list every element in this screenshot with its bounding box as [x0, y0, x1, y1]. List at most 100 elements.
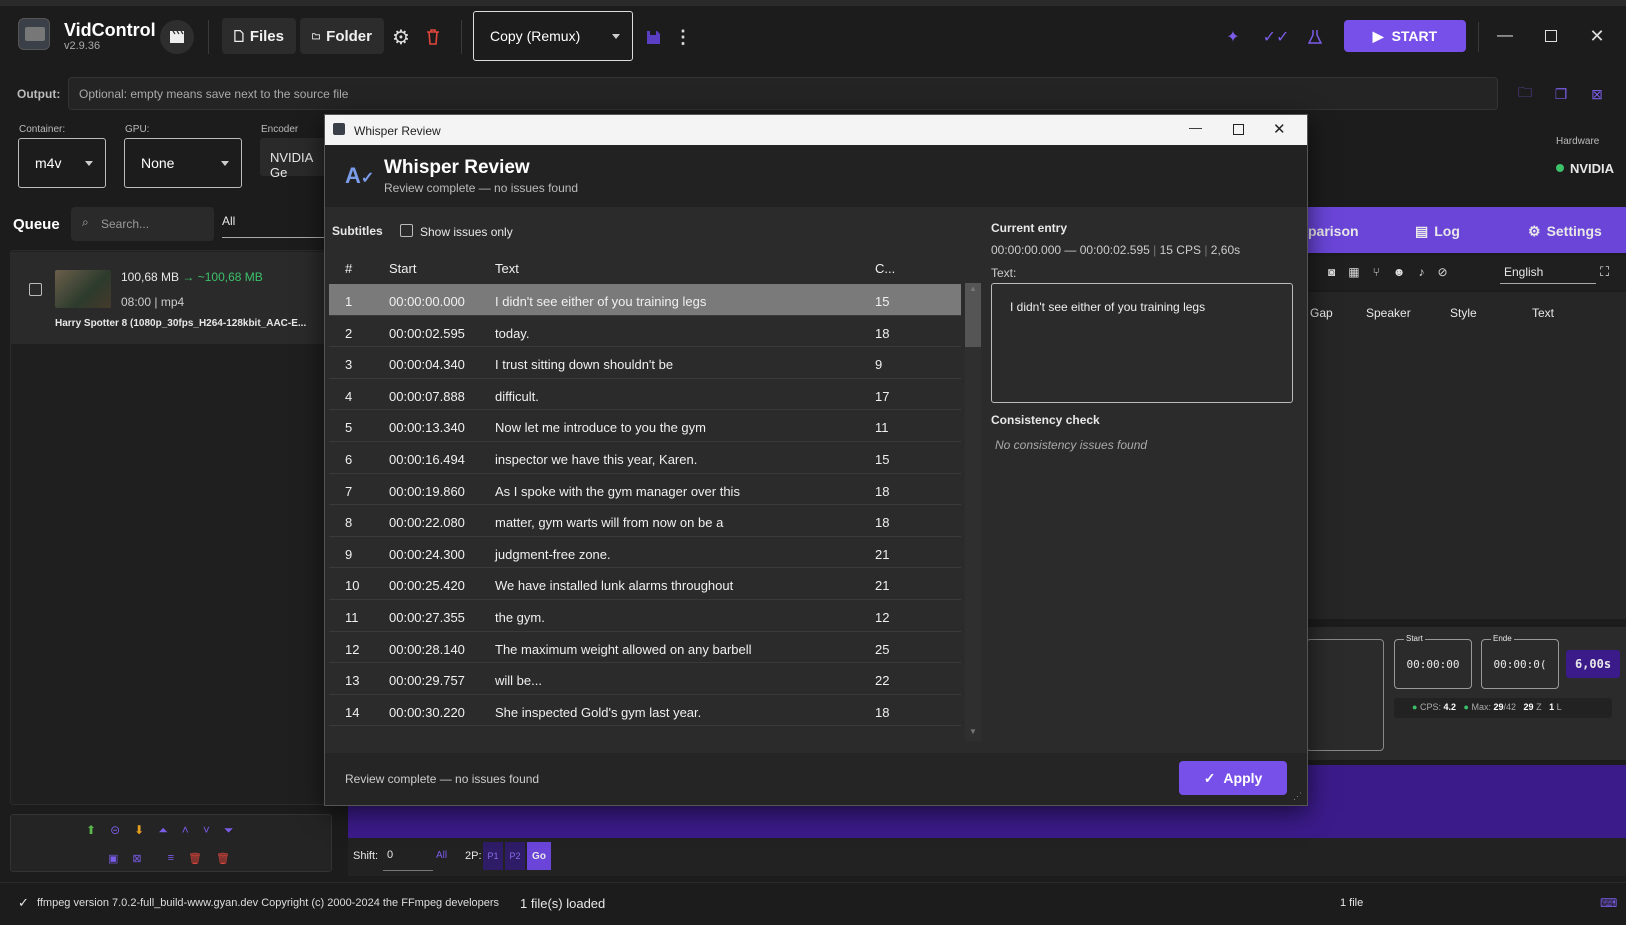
start-time-field[interactable]: 00:00:00	[1394, 639, 1472, 689]
gear-icon[interactable]: ⚙	[390, 26, 412, 49]
table-row[interactable]: 3 00:00:04.340 I trust sitting down should…	[329, 347, 961, 379]
queue-filter-select[interactable]: All	[222, 214, 332, 238]
double-check-icon[interactable]: ✓✓	[1263, 26, 1290, 48]
fullscreen-icon[interactable]: ⛶	[1600, 264, 1609, 280]
gpu-select[interactable]: None	[124, 138, 242, 188]
scroll-up-icon[interactable]: ▲	[969, 284, 977, 293]
queue-item-checkbox[interactable]	[29, 283, 42, 296]
table-row[interactable]: 4 00:00:07.888 difficult. 17	[329, 379, 961, 411]
chevron-down-icon	[612, 34, 620, 39]
split-icon[interactable]: ⑂	[1373, 265, 1380, 279]
table-scrollbar[interactable]	[965, 283, 981, 741]
move-top-icon[interactable]: ⏶	[158, 823, 168, 838]
delete-icon[interactable]: 🗑	[188, 852, 202, 865]
tab-log[interactable]: ▤ Log	[1415, 223, 1460, 240]
table-row[interactable]: 1 00:00:00.000 I didn't see either of you …	[329, 284, 961, 316]
queue-search-input[interactable]: Search...	[71, 207, 214, 241]
speaker-icon[interactable]: ☻	[1393, 265, 1406, 279]
table-row[interactable]: 7 00:00:19.860 As I spoke with the gym man…	[329, 474, 961, 506]
table-row[interactable]: 9 00:00:24.300 judgment-free zone. 21	[329, 537, 961, 569]
magic-wand-icon[interactable]: ✦	[1222, 26, 1244, 48]
folder-button[interactable]: Folder	[300, 18, 384, 54]
delete-all-icon[interactable]: 🗑	[216, 852, 230, 865]
chevron-down-icon[interactable]: ˅	[203, 823, 210, 838]
whisper-review-dialog: Whisper Review — ✕ A✓ Whisper Review Rev…	[324, 114, 1308, 806]
preset-value: Copy (Remux)	[490, 28, 581, 44]
select-all-icon[interactable]: ▣	[108, 852, 118, 865]
gif-icon[interactable]: ▦	[1348, 265, 1359, 279]
start-button[interactable]: ▶ START	[1344, 20, 1466, 52]
encoder-select[interactable]: NVIDIA Ge	[260, 138, 330, 180]
cell-start: 00:00:29.757	[389, 673, 465, 689]
table-header: # Start Text C...	[329, 251, 961, 284]
table-row[interactable]: 2 00:00:02.595 today. 18	[329, 316, 961, 348]
end-time-field[interactable]: 00:00:0(	[1481, 639, 1559, 689]
tab-comparison[interactable]: parison	[1308, 223, 1359, 239]
cell-start: 00:00:24.300	[389, 546, 465, 562]
move-bottom-icon[interactable]: ⏷	[224, 823, 234, 838]
col-text: Text	[495, 261, 519, 276]
apply-button[interactable]: ✓ Apply	[1179, 761, 1287, 795]
clear-list-icon[interactable]: ≡	[168, 852, 174, 865]
save-icon[interactable]	[642, 26, 664, 48]
maximize-icon[interactable]	[1538, 24, 1564, 48]
current-text-editor[interactable]: I didn't see either of you training legs	[991, 283, 1293, 403]
flask-icon[interactable]	[1304, 26, 1326, 48]
p1-button[interactable]: P1	[483, 842, 503, 870]
trash-icon[interactable]	[422, 26, 444, 48]
scroll-down-icon[interactable]: ▼	[969, 727, 977, 736]
more-vertical-icon[interactable]: ⋮	[672, 26, 694, 48]
toolbar-divider	[461, 20, 462, 54]
cell-cps: 18	[875, 515, 890, 531]
disabled-icon[interactable]: ⊘	[1437, 265, 1447, 279]
go-button[interactable]: Go	[527, 842, 551, 870]
chevron-up-icon[interactable]: ˄	[182, 823, 189, 838]
minimize-icon[interactable]: —	[1492, 24, 1518, 48]
table-row[interactable]: 10 00:00:25.420 We have installed lunk ala…	[329, 568, 961, 600]
move-down-icon[interactable]: ⬇	[134, 823, 144, 838]
clapperboard-icon[interactable]	[160, 20, 194, 54]
output-path-input[interactable]: Optional: empty means save next to the s…	[68, 77, 1498, 110]
gear-icon: ⚙	[1528, 223, 1541, 239]
table-row[interactable]: 11 00:00:27.355 the gym. 12	[329, 600, 961, 632]
table-row[interactable]: 6 00:00:16.494 inspector we have this year…	[329, 442, 961, 474]
remove-circle-icon[interactable]: ⊝	[110, 823, 120, 838]
end-time-label: Ende	[1491, 634, 1514, 643]
preset-select[interactable]: Copy (Remux)	[473, 11, 633, 61]
keyboard-icon[interactable]: ⌨	[1600, 896, 1617, 910]
move-up-icon[interactable]: ⬆	[86, 823, 96, 838]
copy-icon[interactable]: ❐	[1550, 84, 1572, 104]
folder-label: Folder	[326, 27, 372, 45]
resize-grip-icon[interactable]: ⋰	[1293, 791, 1302, 802]
folder-clear-icon[interactable]: ⊠	[1586, 84, 1608, 104]
minimize-icon[interactable]: —	[1189, 120, 1202, 135]
app-logo	[18, 18, 50, 50]
cell-start: 00:00:28.140	[389, 641, 465, 657]
microphone-icon[interactable]: ♪	[1418, 265, 1424, 279]
table-row[interactable]: 13 00:00:29.757 will be... 22	[329, 663, 961, 695]
show-issues-checkbox[interactable]	[400, 224, 413, 237]
table-row[interactable]: 12 00:00:28.140 The maximum weight allowed…	[329, 632, 961, 664]
container-select[interactable]: m4v	[18, 138, 106, 188]
tab-settings[interactable]: ⚙ Settings	[1528, 223, 1602, 240]
table-row[interactable]: 8 00:00:22.080 matter, gym warts will from…	[329, 505, 961, 537]
table-row[interactable]: 5 00:00:13.340 Now let me introduce to you…	[329, 410, 961, 442]
deselect-icon[interactable]: ⊠	[132, 852, 141, 865]
cell-text: will be...	[495, 673, 542, 689]
files-button[interactable]: Files	[222, 18, 296, 54]
language-select[interactable]: English	[1500, 262, 1596, 284]
z-value: 29	[1523, 702, 1534, 712]
shift-input[interactable]: 0	[383, 845, 433, 871]
dialog-title: Whisper Review	[384, 157, 530, 178]
file-icon	[234, 30, 244, 42]
p2-button[interactable]: P2	[505, 842, 525, 870]
table-row[interactable]: 14 00:00:30.220 She inspected Gold's gym l…	[329, 695, 961, 727]
folder-open-icon[interactable]: 🗀	[1514, 84, 1536, 104]
dialog-footer: Review complete — no issues found	[325, 753, 1307, 805]
col-text: Text	[1532, 306, 1555, 320]
maximize-icon[interactable]	[1233, 124, 1244, 135]
close-icon[interactable]: ✕	[1273, 120, 1286, 138]
shift-all-button[interactable]: All	[436, 850, 447, 861]
camera-icon[interactable]: ◙	[1328, 265, 1335, 279]
close-icon[interactable]: ✕	[1584, 24, 1610, 48]
